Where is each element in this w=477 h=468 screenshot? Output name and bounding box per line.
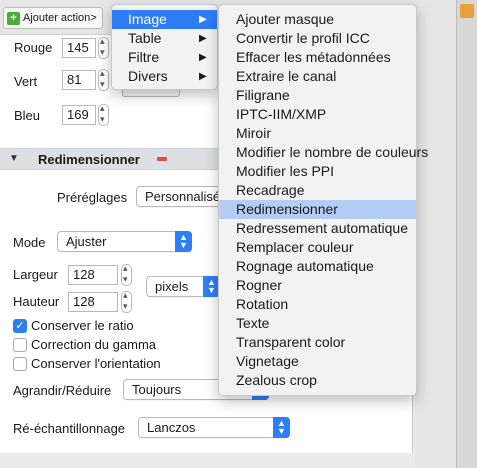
submenu-item[interactable]: Rogner xyxy=(219,276,416,295)
keep-ratio-label: Conserver le ratio xyxy=(31,318,134,333)
add-icon: + xyxy=(7,11,20,25)
menu-item-image[interactable]: Image ▶ xyxy=(112,10,217,29)
height-label: Hauteur xyxy=(13,294,60,309)
height-field[interactable]: 128 xyxy=(68,292,118,312)
menu-item-divers[interactable]: Divers ▶ xyxy=(112,67,217,86)
submenu-item[interactable]: Recadrage xyxy=(219,181,416,200)
disclosure-triangle-icon[interactable]: ▼ xyxy=(9,153,19,164)
submenu-item[interactable]: Remplacer couleur xyxy=(219,238,416,257)
orientation-label: Conserver l'orientation xyxy=(31,356,161,371)
presets-value: Personnalisé xyxy=(145,189,221,204)
submenu-item[interactable]: Rognage automatique xyxy=(219,257,416,276)
submenu-item[interactable]: Vignetage xyxy=(219,352,416,371)
gamma-checkbox[interactable] xyxy=(13,338,27,352)
submenu-item[interactable]: Rotation xyxy=(219,295,416,314)
lock-icon xyxy=(460,4,474,18)
width-label: Largeur xyxy=(13,267,58,282)
width-stepper[interactable] xyxy=(121,263,132,286)
rouge-stepper[interactable] xyxy=(98,36,109,59)
gamma-label: Correction du gamma xyxy=(31,337,156,352)
submenu-arrow-icon: ▶ xyxy=(199,71,207,82)
image-submenu: Ajouter masque Convertir le profil ICC E… xyxy=(218,4,428,396)
unit-value: pixels xyxy=(155,279,189,294)
rouge-field[interactable]: 145 xyxy=(62,38,96,58)
rouge-label: Rouge xyxy=(14,40,53,55)
vert-field[interactable]: 81 xyxy=(62,70,96,90)
submenu-item[interactable]: Modifier les PPI xyxy=(219,162,416,181)
submenu-item[interactable]: Redressement automatique xyxy=(219,219,416,238)
height-stepper[interactable] xyxy=(121,290,132,313)
submenu-item[interactable]: Texte xyxy=(219,314,416,333)
mode-value: Ajuster xyxy=(66,234,107,249)
vert-stepper[interactable] xyxy=(98,68,109,91)
popup-chevron-icon: ▲▼ xyxy=(175,231,192,252)
submenu-arrow-icon: ▶ xyxy=(199,52,207,63)
submenu-item[interactable]: Effacer les métadonnées xyxy=(219,48,416,67)
add-action-button[interactable]: + Ajouter action> xyxy=(3,7,103,29)
scrollbar[interactable] xyxy=(456,0,477,468)
submenu-arrow-icon: ▶ xyxy=(199,14,207,25)
bleu-field[interactable]: 169 xyxy=(62,105,96,125)
submenu-item[interactable]: Ajouter masque xyxy=(219,10,416,29)
bleu-stepper[interactable] xyxy=(98,103,109,126)
width-field[interactable]: 128 xyxy=(68,265,118,285)
submenu-arrow-icon: ▶ xyxy=(199,33,207,44)
section-title: Redimensionner xyxy=(38,152,140,167)
submenu-item[interactable]: Modifier le nombre de couleurs xyxy=(219,143,428,162)
keep-ratio-checkbox[interactable]: ✓ xyxy=(13,319,27,333)
submenu-item[interactable]: Filigrane xyxy=(219,86,416,105)
submenu-item-selected[interactable]: Redimensionner xyxy=(219,200,416,219)
submenu-item[interactable]: Zealous crop xyxy=(219,371,416,390)
resample-value: Lanczos xyxy=(147,420,196,435)
remove-action-icon[interactable] xyxy=(157,157,167,161)
submenu-item[interactable]: Extraire le canal xyxy=(219,67,416,86)
unit-popup[interactable]: pixels ▲ ▼ xyxy=(146,276,220,297)
add-action-label: Ajouter action> xyxy=(23,12,97,24)
resample-popup[interactable]: Lanczos ▲ ▼ xyxy=(138,417,290,438)
action-menu: Image ▶ Table ▶ Filtre ▶ Divers ▶ xyxy=(111,4,218,90)
enlarge-label: Agrandir/Réduire xyxy=(13,383,112,398)
vert-label: Vert xyxy=(14,74,38,89)
submenu-item[interactable]: Miroir xyxy=(219,124,416,143)
menu-item-table[interactable]: Table ▶ xyxy=(112,29,217,48)
popup-chevron-icon: ▲▼ xyxy=(273,417,290,438)
submenu-item[interactable]: Convertir le profil ICC xyxy=(219,29,416,48)
mode-popup[interactable]: Ajuster ▲ ▼ xyxy=(57,231,192,252)
mode-label: Mode xyxy=(13,235,46,250)
enlarge-value: Toujours xyxy=(132,382,182,397)
bleu-label: Bleu xyxy=(14,108,41,123)
submenu-item[interactable]: IPTC-IIM/XMP xyxy=(219,105,416,124)
menu-item-filtre[interactable]: Filtre ▶ xyxy=(112,48,217,67)
orientation-checkbox[interactable] xyxy=(13,357,27,371)
resample-label: Ré-échantillonnage xyxy=(13,421,126,436)
submenu-item[interactable]: Transparent color xyxy=(219,333,416,352)
presets-label: Préréglages xyxy=(57,190,128,205)
